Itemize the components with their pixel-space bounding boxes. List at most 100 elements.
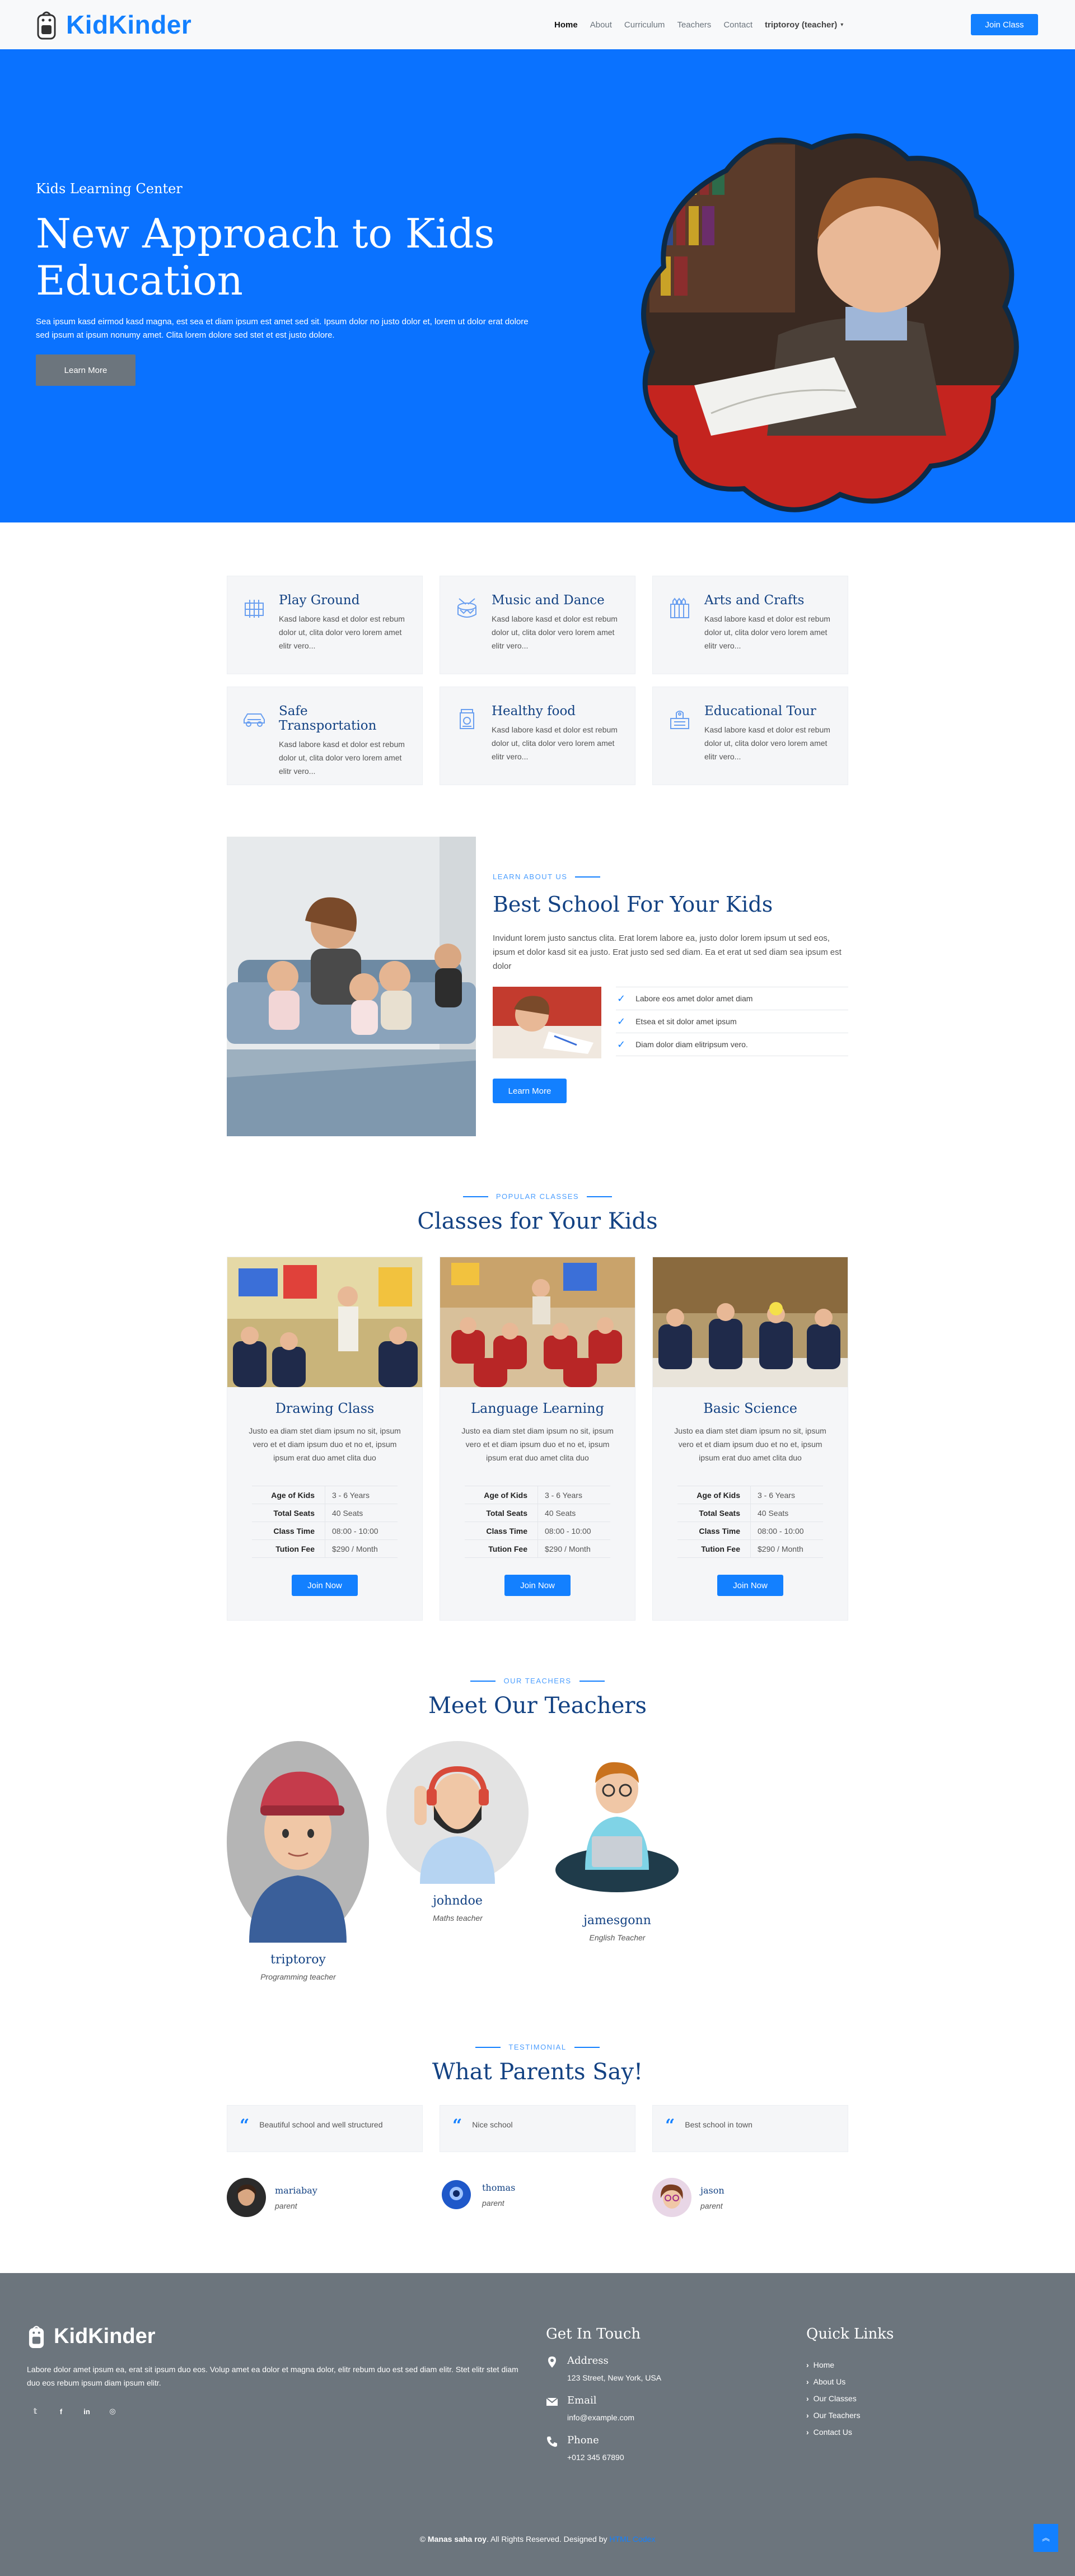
row-value: $290 / Month [538,1540,610,1557]
testimonial-person: jason parent [652,2178,848,2217]
row-value: 40 Seats [325,1504,398,1522]
about-body: LEARN ABOUT US Best School For Your Kids… [493,837,848,1136]
testimonial-bubble: “ Nice school [440,2105,635,2152]
caret-down-icon: ▾ [840,21,844,28]
facility-text: Kasd labore kasd et dolor est rebum dolo… [279,614,405,650]
nav-link-teachers[interactable]: Teachers [677,20,711,30]
row-key: Total Seats [699,1508,740,1518]
designer-link[interactable]: HTML Codex [609,2535,655,2544]
brand-name: KidKinder [66,10,192,39]
linkedin-icon[interactable]: in [78,2403,95,2420]
row-key: Tution Fee [701,1544,740,1553]
hero-subtitle: Kids Learning Center [36,181,183,197]
testimonial-person: thomas parent [440,2178,635,2211]
parent-avatar [227,2178,266,2217]
testimonial-card: “ Best school in town jason parent [652,2105,848,2217]
teacher-role: Maths teacher [433,1914,483,1922]
teacher-card: triptoroy Programming teacher [227,1741,370,1981]
row-key: Total Seats [273,1508,315,1518]
class-desc: Justo ea diam stet diam ipsum no sit, ip… [249,1426,401,1462]
nav-links: Home About Curriculum Teachers Contact t… [554,20,843,30]
class-table-row: Tution Fee $290 / Month [677,1540,823,1558]
facility-card: Healthy food Kasd labore kasd et dolor e… [440,687,635,785]
teacher-avatar [546,1741,689,1903]
quick-link-classes[interactable]: Our Classes [806,2394,894,2403]
quick-link-contact[interactable]: Contact Us [806,2428,894,2437]
class-table-row: Age of Kids 3 - 6 Years [252,1486,398,1504]
child-drawing-image [493,987,601,1058]
double-chevron-up-icon: ︽ [1042,2533,1050,2542]
row-value: $290 / Month [750,1540,823,1557]
teacher-card: jamesgonn English Teacher [546,1741,689,1981]
testimonials-label: TESTIMONIAL [0,2043,1075,2051]
copyright-owner[interactable]: Manas saha roy [428,2535,487,2544]
nav-link-contact[interactable]: Contact [723,20,752,30]
hero-learn-more-button[interactable]: Learn More [36,354,135,386]
phone-icon [547,2437,557,2447]
user-menu[interactable]: triptoroy (teacher) ▾ [765,20,843,30]
social-links: 𝕥 f in ◎ [27,2403,121,2420]
row-value: 3 - 6 Years [750,1486,823,1504]
playground-icon [245,600,264,618]
parent-name: jason [700,2185,725,2196]
parent-avatar [440,2178,473,2211]
teacher-role: English Teacher [589,1933,646,1942]
map-marker-icon [548,2356,556,2368]
backpack-logo-icon [37,11,56,40]
hero-title: New Approach to Kids Education [36,210,495,304]
classroom-image [440,1257,635,1387]
facility-title: Music and Dance [492,593,605,608]
join-class-button[interactable]: Join Class [970,14,1038,35]
facility-card: Music and Dance Kasd labore kasd et dolo… [440,576,635,674]
hero-description: Sea ipsum kasd eirmod kasd magna, est se… [36,317,529,340]
footer: KidKinder Labore dolor amet ipsum ea, er… [0,2273,1075,2576]
nav-link-curriculum[interactable]: Curriculum [624,20,665,30]
copyright-text: . All Rights Reserved. Designed by [486,2535,607,2544]
user-menu-label: triptoroy (teacher) [765,20,838,30]
quick-link-about[interactable]: About Us [806,2377,894,2386]
check-item-text: Diam dolor diam elitripsum vero. [635,1040,748,1049]
facility-card: Play Ground Kasd labore kasd et dolor es… [227,576,423,674]
nav-link-home[interactable]: Home [554,20,578,30]
class-name: Drawing Class [275,1401,375,1416]
instagram-icon[interactable]: ◎ [104,2403,121,2420]
class-table-row: Total Seats 40 Seats [677,1504,823,1522]
teacher-row: triptoroy Programming teacher johndoe Ma… [227,1741,848,1981]
row-key: Class Time [273,1526,315,1536]
contact-phone-label: Phone [567,2434,599,2446]
teachers-head: OUR TEACHERS Meet Our Teachers [0,1677,1075,1719]
join-now-button[interactable]: Join Now [292,1575,358,1596]
classes-section: POPULAR CLASSES Classes for Your Kids Dr… [0,1192,1075,1621]
testimonials-section: TESTIMONIAL What Parents Say! “ Beautiful… [0,2043,1075,2217]
join-now-button[interactable]: Join Now [504,1575,571,1596]
facebook-icon[interactable]: f [53,2403,69,2420]
testimonial-bubble: “ Beautiful school and well structured [227,2105,423,2152]
join-now-button[interactable]: Join Now [717,1575,783,1596]
contact-email-value[interactable]: info@example.com [567,2413,634,2422]
testimonial-quote: Best school in town [685,2120,752,2129]
testimonial-bubble: “ Best school in town [652,2105,848,2152]
hero-boy-reading-image [641,133,1019,512]
back-to-top-button[interactable]: ︽ [1034,2524,1058,2552]
facility-title: Arts and Crafts [704,593,805,608]
facility-text: Kasd labore kasd et dolor est rebum dolo… [704,614,830,650]
class-table: Age of Kids 3 - 6 Years Total Seats 40 Sea… [465,1486,610,1558]
quick-link-teachers[interactable]: Our Teachers [806,2411,894,2420]
nav-link-about[interactable]: About [590,20,612,30]
testimonial-card: “ Nice school thomas parent [440,2105,635,2217]
class-grid: Drawing Class Justo ea diam stet diam ip… [227,1257,848,1621]
testimonial-person: mariabay parent [227,2178,423,2217]
teacher-name: jamesgonn [583,1914,651,1928]
facility-text: Kasd labore kasd et dolor est rebum dolo… [279,740,405,776]
twitter-icon[interactable]: 𝕥 [27,2403,44,2420]
contact-address-value: 123 Street, New York, USA [567,2373,662,2382]
about-learn-more-button[interactable]: Learn More [493,1079,567,1103]
quote-icon: “ [452,2116,462,2135]
check-item: ✓ Diam dolor diam elitripsum vero. [616,1033,848,1056]
label-line [475,2046,501,2048]
quick-link-home[interactable]: Home [806,2360,894,2369]
check-icon: ✓ [617,992,626,1004]
brand[interactable]: KidKinder [35,8,191,41]
parent-role: parent [700,2201,723,2210]
footer-brand[interactable]: KidKinder [27,2323,156,2349]
